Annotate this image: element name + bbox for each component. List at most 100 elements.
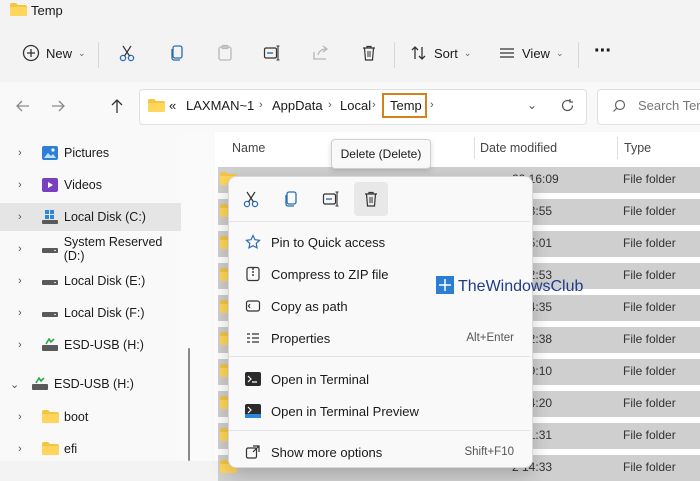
- chevron-right-icon[interactable]: ›: [18, 211, 28, 223]
- menu-item-label: Pin to Quick access: [271, 234, 386, 250]
- column-header-type[interactable]: Type: [624, 141, 651, 155]
- copy-icon[interactable]: [168, 44, 186, 62]
- column-divider[interactable]: [617, 137, 618, 159]
- breadcrumb-item[interactable]: LAXMAN~1: [186, 98, 254, 113]
- zip-icon: [244, 266, 262, 282]
- chevron-right-icon[interactable]: ›: [372, 99, 376, 111]
- view-label: View: [522, 45, 550, 61]
- paste-icon[interactable]: [216, 44, 234, 62]
- chevron-down-icon: ⌄: [78, 47, 86, 58]
- breadcrumb-item[interactable]: AppData: [272, 98, 323, 113]
- sort-button[interactable]: Sort ⌄: [410, 44, 471, 62]
- chevron-right-icon[interactable]: ›: [18, 307, 28, 319]
- nav-label: Local Disk (C:): [64, 210, 146, 224]
- chevron-down-icon[interactable]: ⌄: [10, 378, 20, 391]
- windows-drive-icon: [42, 210, 58, 224]
- nav-item-local-disk-f[interactable]: › Local Disk (F:): [0, 299, 183, 327]
- delete-icon[interactable]: [360, 44, 378, 62]
- rename-icon: [322, 190, 340, 208]
- menu-rename-button[interactable]: [314, 182, 348, 216]
- rename-icon[interactable]: [263, 44, 281, 62]
- sort-icon: [410, 44, 428, 62]
- back-arrow-icon[interactable]: [14, 97, 32, 118]
- forward-arrow-icon[interactable]: [49, 97, 67, 118]
- nav-item-boot[interactable]: › boot: [0, 403, 183, 431]
- search-placeholder: Search Temp: [638, 98, 700, 113]
- sort-label: Sort: [434, 45, 458, 61]
- properties-icon: [244, 330, 262, 346]
- chevron-right-icon[interactable]: ›: [18, 147, 28, 159]
- terminal-icon: [244, 371, 262, 387]
- menu-divider: [229, 430, 530, 431]
- folder-icon: [10, 3, 27, 16]
- row-type: File folder: [623, 204, 676, 218]
- menu-cut-button[interactable]: [234, 182, 268, 216]
- chevron-right-icon[interactable]: ›: [430, 99, 434, 111]
- folder-icon: [42, 410, 59, 424]
- delete-tooltip: Delete (Delete): [331, 139, 431, 169]
- menu-item-properties[interactable]: Properties Alt+Enter: [229, 322, 530, 354]
- nav-label: ESD-USB (H:): [64, 338, 144, 352]
- copy-icon: [282, 190, 300, 208]
- divider: [578, 42, 579, 68]
- divider: [98, 42, 99, 68]
- breadcrumb-overflow[interactable]: «: [169, 98, 176, 113]
- column-divider[interactable]: [474, 137, 475, 159]
- window-title: Temp: [31, 3, 63, 18]
- chevron-right-icon[interactable]: ›: [18, 243, 28, 255]
- terminal-preview-icon: [244, 403, 262, 419]
- row-type: File folder: [623, 268, 676, 282]
- videos-icon: [42, 178, 58, 192]
- drive-icon: [42, 306, 58, 320]
- column-header-name[interactable]: Name: [232, 141, 265, 155]
- plus-circle-icon: [22, 44, 40, 62]
- chevron-down-icon: ⌄: [555, 47, 564, 58]
- windows-club-logo-icon: [436, 276, 454, 297]
- watermark-text: TheWindowsClub: [458, 277, 584, 295]
- chevron-right-icon[interactable]: ›: [18, 179, 28, 191]
- menu-item-open-terminal-preview[interactable]: Open in Terminal Preview: [229, 395, 530, 427]
- nav-item-system-reserved-d[interactable]: › System Reserved (D:): [0, 235, 183, 263]
- chevron-right-icon[interactable]: ›: [328, 99, 332, 111]
- nav-item-videos[interactable]: › Videos: [0, 171, 183, 199]
- menu-delete-button[interactable]: [354, 182, 388, 216]
- menu-divider: [229, 221, 530, 222]
- nav-item-pictures[interactable]: › Pictures: [0, 139, 183, 167]
- divider: [394, 42, 395, 68]
- menu-item-open-terminal[interactable]: Open in Terminal: [229, 363, 530, 395]
- breadcrumb-current[interactable]: Temp: [390, 98, 422, 113]
- refresh-icon[interactable]: [560, 98, 575, 116]
- chevron-right-icon[interactable]: ›: [18, 443, 28, 455]
- chevron-right-icon[interactable]: ›: [259, 99, 263, 111]
- pin-star-icon: [244, 234, 262, 250]
- new-button[interactable]: New ⌄: [22, 44, 86, 62]
- nav-item-local-disk-c[interactable]: › Local Disk (C:): [0, 203, 181, 231]
- menu-item-show-more-options[interactable]: Show more options Shift+F10: [229, 436, 530, 468]
- share-icon[interactable]: [312, 44, 330, 62]
- menu-item-pin-quick-access[interactable]: Pin to Quick access: [229, 226, 530, 258]
- nav-item-efi[interactable]: › efi: [0, 435, 183, 463]
- chevron-right-icon[interactable]: ›: [18, 275, 28, 287]
- chevron-right-icon[interactable]: ›: [18, 411, 28, 423]
- chevron-right-icon[interactable]: ›: [18, 339, 28, 351]
- see-more-button[interactable]: ···: [594, 40, 612, 63]
- up-arrow-icon[interactable]: [108, 97, 126, 118]
- nav-item-esd-usb-h-expanded[interactable]: ⌄ ESD-USB (H:): [0, 370, 183, 398]
- nav-scrollbar[interactable]: [188, 348, 190, 461]
- breadcrumb-item[interactable]: Local: [340, 98, 371, 113]
- view-button[interactable]: View ⌄: [498, 44, 564, 62]
- row-type: File folder: [623, 332, 676, 346]
- nav-item-esd-usb-h[interactable]: › ESD-USB (H:): [0, 331, 183, 359]
- column-header-date[interactable]: Date modified: [480, 141, 557, 155]
- menu-copy-button[interactable]: [274, 182, 308, 216]
- copy-path-icon: [244, 298, 262, 314]
- usb-drive-icon: [42, 337, 58, 352]
- nav-item-local-disk-e[interactable]: › Local Disk (E:): [0, 267, 183, 295]
- menu-item-label: Open in Terminal: [271, 371, 370, 387]
- row-type: File folder: [623, 460, 676, 474]
- chevron-down-icon[interactable]: ⌄: [527, 98, 537, 112]
- title-bar: Temp: [0, 0, 700, 28]
- nav-label: boot: [64, 410, 89, 424]
- menu-item-shortcut: Alt+Enter: [466, 332, 514, 344]
- cut-icon[interactable]: [118, 44, 136, 62]
